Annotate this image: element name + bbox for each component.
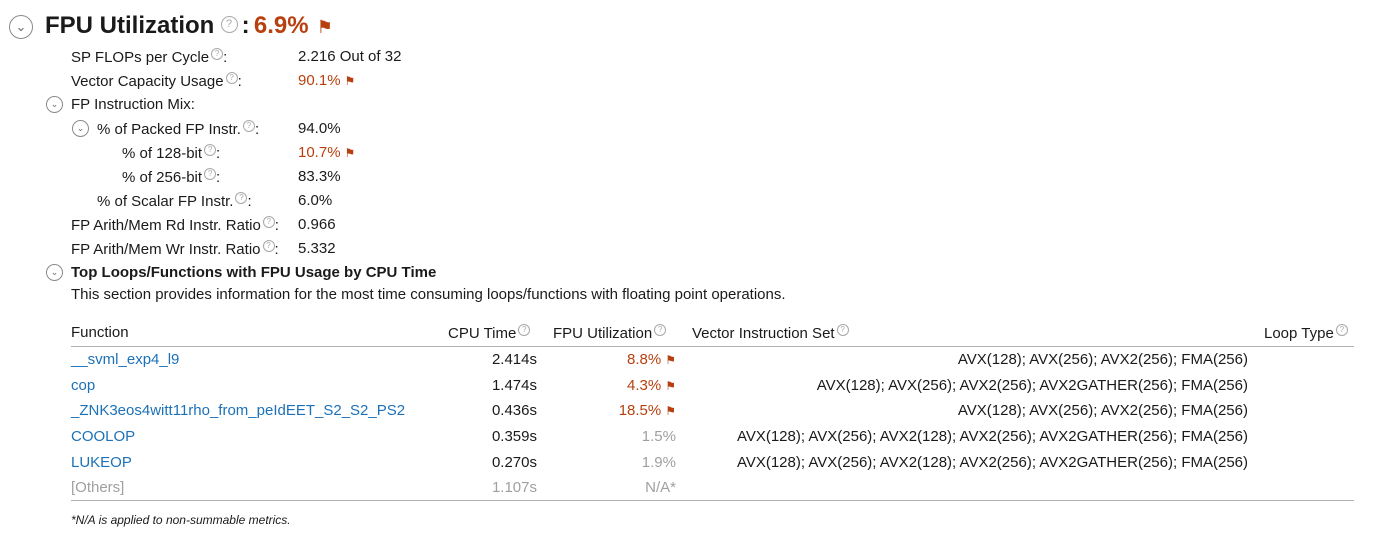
rd-ratio-label: FP Arith/Mem Rd Instr. Ratio?: bbox=[71, 216, 279, 234]
function-link[interactable]: __svml_exp4_l9 bbox=[71, 351, 179, 369]
bit256-value: 83.3% bbox=[298, 168, 341, 185]
title-colon: : bbox=[241, 12, 250, 39]
fpu-utilization-cell: N/A* bbox=[645, 479, 676, 496]
table-header-divider bbox=[71, 346, 1354, 347]
top-loops-description: This section provides information for th… bbox=[71, 286, 786, 303]
fp-mix-label: FP Instruction Mix: bbox=[71, 96, 195, 113]
chevron-down-icon: ⌄ bbox=[76, 123, 85, 133]
page-title: FPU Utilization bbox=[45, 12, 215, 39]
fpu-utilization-cell: 8.8% ⚑ bbox=[627, 351, 676, 368]
cpu-time-cell: 0.359s bbox=[491, 428, 537, 445]
help-icon[interactable]: ? bbox=[836, 324, 849, 336]
function-link[interactable]: _ZNK3eos4witt11rho_from_peIdEET_S2_S2_PS… bbox=[71, 402, 405, 420]
help-icon[interactable]: ? bbox=[220, 16, 238, 33]
flag-icon: ⚑ bbox=[316, 17, 333, 37]
flag-icon: ⚑ bbox=[344, 146, 356, 160]
table-footer-divider bbox=[71, 500, 1354, 501]
collapse-packed-button[interactable]: ⌄ bbox=[72, 120, 89, 137]
function-link[interactable]: COOLOP bbox=[71, 428, 135, 446]
flag-icon: ⚑ bbox=[665, 379, 676, 393]
fpu-utilization-title: FPU Utilization ? : 6.9% ⚑ bbox=[45, 12, 333, 43]
vector-set-cell: AVX(128); AVX(256); AVX2(128); AVX2(256)… bbox=[736, 428, 1248, 445]
chevron-down-icon: ⌄ bbox=[50, 267, 59, 277]
help-icon[interactable]: ? bbox=[654, 324, 667, 336]
fpu-utilization-cell: 1.9% bbox=[641, 454, 676, 471]
column-header-vector-set[interactable]: Vector Instruction Set? bbox=[692, 324, 849, 343]
cpu-time-cell: 0.270s bbox=[491, 454, 537, 471]
scalar-label: % of Scalar FP Instr.?: bbox=[97, 192, 252, 210]
sp-flops-label: SP FLOPs per Cycle?: bbox=[71, 48, 228, 66]
column-header-fpu-utilization[interactable]: FPU Utilization? bbox=[553, 324, 667, 343]
collapse-fpu-utilization-button[interactable]: ⌄ bbox=[9, 15, 33, 39]
vector-set-cell: AVX(128); AVX(256); AVX2(256); FMA(256) bbox=[957, 402, 1248, 419]
flag-icon: ⚑ bbox=[665, 404, 676, 418]
fpu-utilization-cell: 4.3% ⚑ bbox=[627, 377, 676, 394]
fpu-utilization-value: 6.9% bbox=[253, 12, 309, 39]
bit128-label: % of 128-bit?: bbox=[122, 144, 221, 162]
wr-ratio-value: 5.332 bbox=[298, 240, 336, 257]
bit256-label: % of 256-bit?: bbox=[122, 168, 221, 186]
flag-icon: ⚑ bbox=[665, 353, 676, 367]
wr-ratio-label: FP Arith/Mem Wr Instr. Ratio?: bbox=[71, 240, 279, 258]
cpu-time-cell: 0.436s bbox=[491, 402, 537, 419]
rd-ratio-value: 0.966 bbox=[298, 216, 336, 233]
cpu-time-cell: 1.474s bbox=[491, 377, 537, 394]
others-label: [Others] bbox=[71, 479, 125, 496]
help-icon[interactable]: ? bbox=[204, 168, 217, 180]
help-icon[interactable]: ? bbox=[262, 240, 275, 252]
help-icon[interactable]: ? bbox=[211, 48, 224, 60]
collapse-fp-mix-button[interactable]: ⌄ bbox=[46, 96, 63, 113]
packed-value: 94.0% bbox=[298, 120, 341, 137]
collapse-top-loops-button[interactable]: ⌄ bbox=[46, 264, 63, 281]
function-link[interactable]: cop bbox=[71, 377, 95, 395]
vector-capacity-label: Vector Capacity Usage?: bbox=[71, 72, 242, 90]
cpu-time-cell: 2.414s bbox=[491, 351, 537, 368]
fpu-utilization-cell: 18.5% ⚑ bbox=[618, 402, 676, 419]
help-icon[interactable]: ? bbox=[235, 192, 248, 204]
vector-set-cell: AVX(128); AVX(256); AVX2(256); FMA(256) bbox=[957, 351, 1248, 368]
footnote: *N/A is applied to non-summable metrics. bbox=[71, 513, 291, 527]
function-link[interactable]: LUKEOP bbox=[71, 454, 132, 472]
chevron-down-icon: ⌄ bbox=[15, 19, 27, 34]
help-icon[interactable]: ? bbox=[518, 324, 531, 336]
flag-icon: ⚑ bbox=[344, 74, 356, 88]
vector-set-cell: AVX(128); AVX(256); AVX2(256); AVX2GATHE… bbox=[816, 377, 1248, 394]
help-icon[interactable]: ? bbox=[242, 120, 255, 132]
help-icon[interactable]: ? bbox=[262, 216, 275, 228]
bit128-value: 10.7% ⚑ bbox=[298, 144, 356, 161]
column-header-function[interactable]: Function bbox=[71, 324, 129, 342]
help-icon[interactable]: ? bbox=[1335, 324, 1348, 336]
vector-capacity-value: 90.1% ⚑ bbox=[298, 72, 356, 89]
help-icon[interactable]: ? bbox=[225, 72, 238, 84]
column-header-cpu-time[interactable]: CPU Time? bbox=[448, 324, 531, 343]
chevron-down-icon: ⌄ bbox=[50, 99, 59, 109]
column-header-loop-type[interactable]: Loop Type? bbox=[1264, 324, 1348, 343]
top-loops-title: Top Loops/Functions with FPU Usage by CP… bbox=[71, 264, 437, 281]
packed-label: % of Packed FP Instr.?: bbox=[97, 120, 260, 138]
sp-flops-value: 2.216 Out of 32 bbox=[298, 48, 402, 65]
fpu-utilization-cell: 1.5% bbox=[641, 428, 676, 445]
cpu-time-cell: 1.107s bbox=[491, 479, 537, 496]
vector-set-cell: AVX(128); AVX(256); AVX2(128); AVX2(256)… bbox=[736, 454, 1248, 471]
help-icon[interactable]: ? bbox=[204, 144, 217, 156]
scalar-value: 6.0% bbox=[298, 192, 333, 209]
